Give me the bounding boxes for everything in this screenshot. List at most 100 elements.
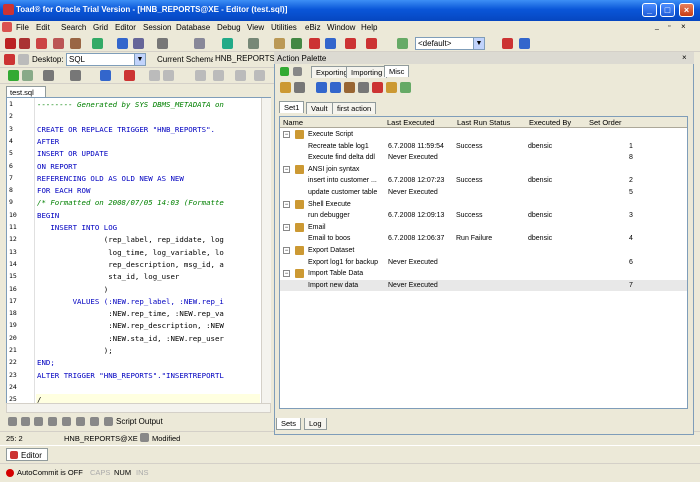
commit-icon[interactable] — [519, 38, 530, 49]
grid-icon[interactable] — [43, 70, 54, 81]
menu-database[interactable]: Database — [176, 23, 210, 32]
export-icon[interactable] — [316, 82, 327, 93]
desktop-combo[interactable]: SQL ▼ — [66, 53, 146, 66]
uncomment-icon[interactable] — [254, 70, 265, 81]
tab-log[interactable]: Log — [304, 418, 327, 430]
menu-utilities[interactable]: Utilities — [271, 23, 297, 32]
action-row[interactable]: insert into customer ... 6.7.2008 12:07:2… — [280, 175, 687, 187]
execute-icon[interactable] — [8, 70, 19, 81]
schema-combo[interactable]: HNB_REPORTS — [213, 53, 275, 66]
tab-misc[interactable]: Misc — [384, 65, 410, 77]
settings-icon[interactable] — [400, 82, 411, 93]
import-icon[interactable] — [330, 82, 341, 93]
sql-icon[interactable] — [5, 38, 16, 49]
vertical-scrollbar[interactable] — [261, 98, 271, 412]
diamond-icon[interactable] — [117, 38, 128, 49]
collapse-toggle-icon[interactable]: − — [283, 131, 290, 138]
toad-icon[interactable] — [4, 54, 15, 65]
tab-importing[interactable]: Importing — [346, 66, 388, 78]
collapse-toggle-icon[interactable]: − — [283, 165, 290, 173]
trace-icon[interactable] — [194, 38, 205, 49]
column-header-executed-by[interactable]: Executed By — [526, 117, 586, 128]
action-row[interactable]: update customer table Never Executed 5 — [280, 187, 687, 199]
stop-icon[interactable] — [124, 70, 135, 81]
menu-help[interactable]: Help — [361, 23, 377, 32]
group-row[interactable]: − ANSI join syntax — [280, 164, 687, 176]
redo-icon[interactable] — [163, 70, 174, 81]
data-grid-icon[interactable] — [8, 417, 17, 426]
collapse-toggle-icon[interactable]: − — [283, 223, 290, 231]
maximize-button[interactable]: □ — [660, 3, 675, 17]
column-header-name[interactable]: Name — [280, 117, 384, 128]
collapse-toggle-icon[interactable]: − — [283, 200, 290, 208]
editor-icon[interactable] — [36, 38, 47, 49]
mdi-close-icon[interactable]: × — [681, 22, 691, 32]
report-icon[interactable] — [92, 38, 103, 49]
format-icon[interactable] — [100, 70, 111, 81]
pivot-icon[interactable] — [104, 417, 113, 426]
menu-ebiz[interactable]: eBiz — [305, 23, 321, 32]
auto-trace-icon[interactable] — [21, 417, 30, 426]
close-icon[interactable]: × — [682, 53, 687, 62]
close-x-icon[interactable] — [366, 38, 377, 49]
tool-icon[interactable] — [222, 38, 233, 49]
group-row[interactable]: − Shell Execute — [280, 199, 687, 211]
save-icon[interactable] — [386, 82, 397, 93]
chevron-down-icon[interactable]: ▼ — [134, 54, 145, 65]
mdi-minimize-icon[interactable]: _ — [655, 23, 665, 33]
script-action-icon[interactable] — [344, 82, 355, 93]
check-icon[interactable] — [397, 38, 408, 49]
menu-file[interactable]: File — [16, 23, 29, 32]
arrow-icon[interactable] — [345, 38, 356, 49]
debugger-icon[interactable] — [291, 38, 302, 49]
collapse-toggle-icon[interactable]: − — [283, 247, 290, 254]
delete-icon[interactable] — [372, 82, 383, 93]
menu-editor[interactable]: Editor — [115, 23, 136, 32]
outdent-icon[interactable] — [213, 70, 224, 81]
default-combo[interactable]: <default> ▼ — [415, 37, 485, 50]
column-header-last-executed[interactable]: Last Executed — [384, 117, 454, 128]
horizontal-scrollbar[interactable] — [6, 403, 271, 413]
explain-plan-icon[interactable] — [62, 417, 71, 426]
column-header-set-order[interactable]: Set Order — [586, 117, 687, 128]
execute-script-icon[interactable] — [22, 70, 33, 81]
indent-icon[interactable] — [195, 70, 206, 81]
action-row[interactable]: Recreate table log1 6.7.2008 11:59:54 Succ… — [280, 141, 687, 153]
menu-session[interactable]: Session — [143, 23, 171, 32]
menu-view[interactable]: View — [247, 23, 264, 32]
action-row[interactable]: Import new data Never Executed 7 — [280, 279, 687, 292]
chevron-down-icon[interactable]: ▼ — [473, 38, 484, 49]
action-row[interactable]: Execute find delta ddl Never Executed 8 — [280, 152, 687, 164]
menu-search[interactable]: Search — [61, 23, 86, 32]
close-button[interactable]: × — [679, 3, 694, 17]
menu-window[interactable]: Window — [327, 23, 355, 32]
editor-window-button[interactable]: Editor — [6, 448, 48, 461]
grid-icon[interactable] — [293, 67, 302, 76]
collapse-toggle-icon[interactable]: − — [283, 270, 290, 278]
group-row[interactable]: − Import Table Data — [280, 268, 687, 280]
menu-debug[interactable]: Debug — [217, 23, 241, 32]
minimize-button[interactable]: _ — [642, 3, 657, 17]
search-icon[interactable] — [294, 82, 305, 93]
comment-icon[interactable] — [235, 70, 246, 81]
group-row[interactable]: − Execute Script — [280, 129, 687, 141]
group-row[interactable]: − Email — [280, 222, 687, 234]
explain-icon[interactable] — [133, 38, 144, 49]
script-output-tab[interactable]: Script Output — [116, 417, 163, 426]
column-header-status[interactable]: Last Run Status — [454, 117, 526, 128]
tab-set1[interactable]: Set1 — [279, 101, 305, 113]
tree-icon[interactable] — [70, 70, 81, 81]
tab-first-action[interactable]: first action — [332, 102, 377, 114]
save-desktop-icon[interactable] — [18, 54, 29, 65]
tab-vault[interactable]: Vault — [306, 102, 333, 114]
mdi-restore-icon[interactable]: ▫ — [668, 23, 678, 33]
undo-icon[interactable] — [149, 70, 160, 81]
procedure-icon[interactable] — [53, 38, 64, 49]
script-icon[interactable] — [70, 38, 81, 49]
upload-icon[interactable] — [325, 38, 336, 49]
folder-icon[interactable] — [280, 82, 291, 93]
copy-icon[interactable] — [358, 82, 369, 93]
run-icon[interactable] — [280, 67, 289, 76]
table-icon[interactable] — [248, 38, 259, 49]
gear-icon[interactable] — [274, 38, 285, 49]
